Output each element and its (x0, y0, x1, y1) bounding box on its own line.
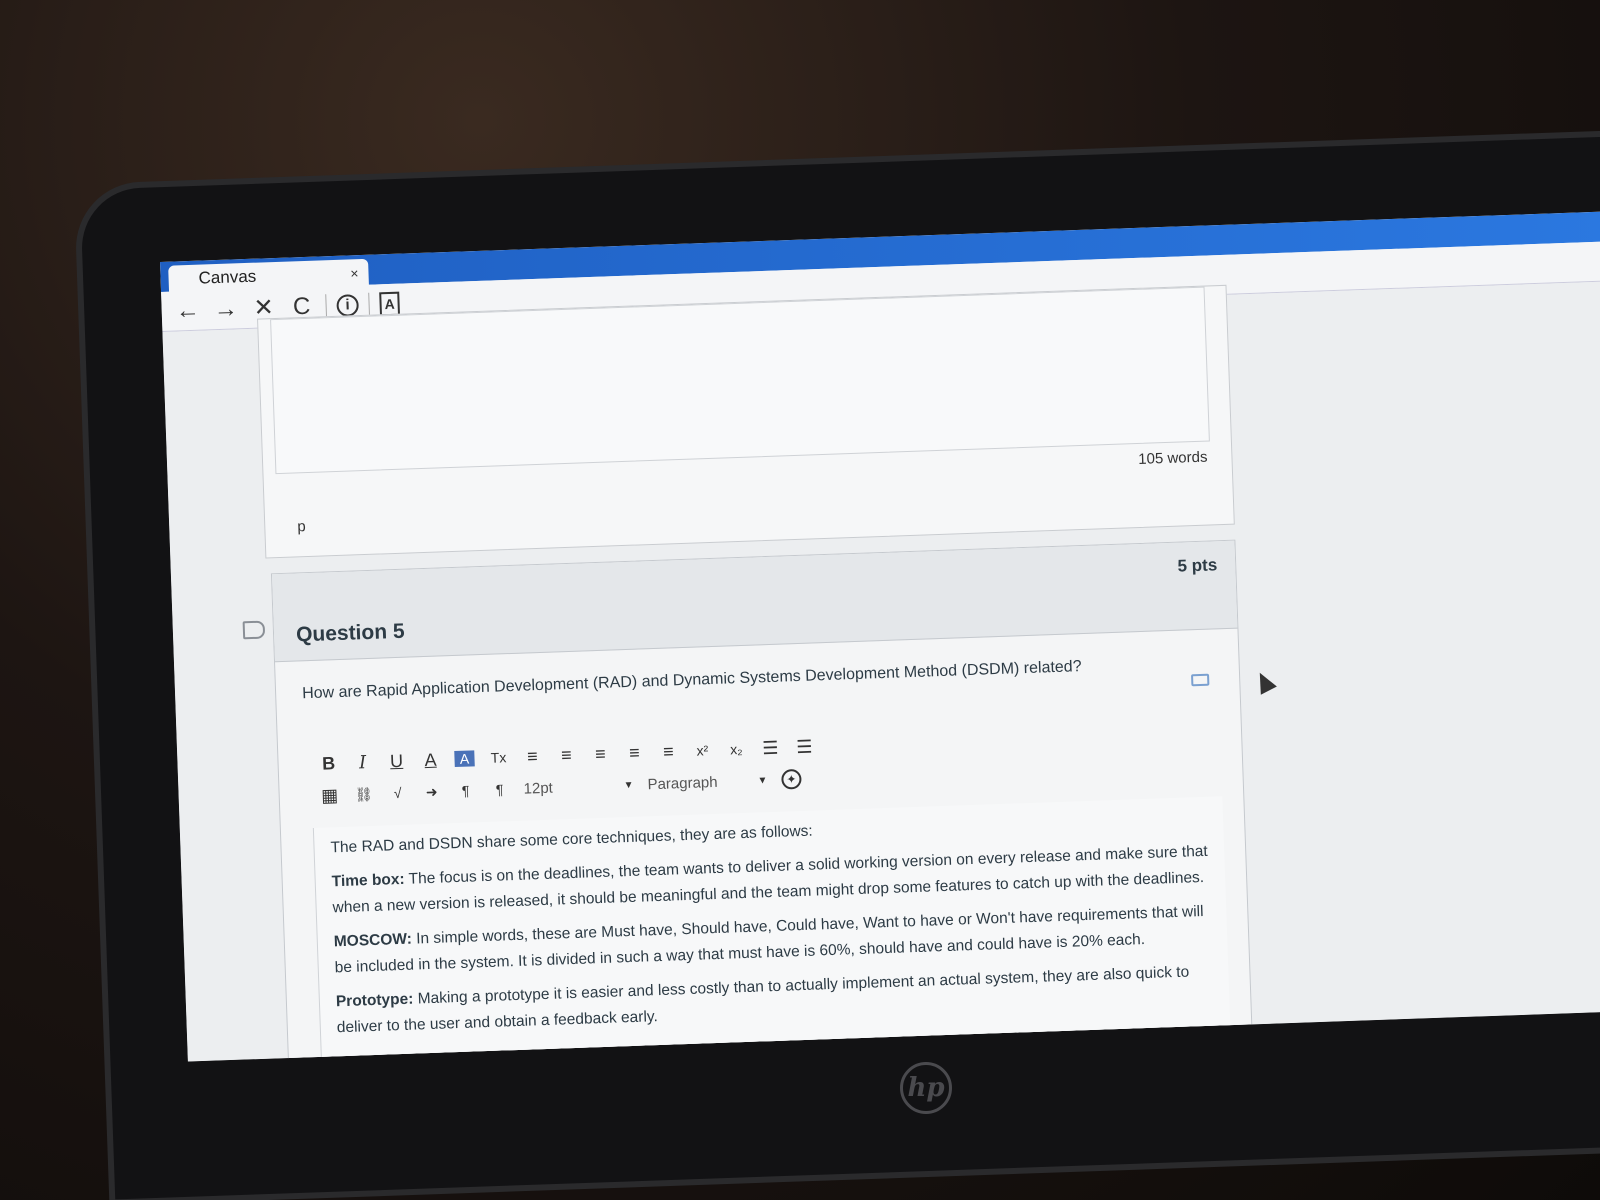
bullet-list-button[interactable]: ☰ (760, 737, 781, 759)
toolbar-divider (325, 293, 328, 318)
subscript-button[interactable]: x₂ (726, 741, 747, 758)
font-size-value: 12pt (523, 779, 554, 798)
document-icon[interactable]: A (379, 291, 401, 316)
accessibility-checker-icon[interactable]: ✦ (781, 768, 802, 790)
moscow-label: MOSCOW: (333, 930, 413, 951)
numbered-list-button[interactable]: ☰ (794, 736, 815, 758)
align-right-button[interactable]: ≡ (590, 743, 611, 765)
question-prompt: How are Rapid Application Development (R… (301, 658, 1082, 703)
hp-logo: hp (900, 1062, 952, 1114)
previous-answer-editor[interactable] (270, 286, 1210, 475)
italic-button[interactable]: I (352, 751, 373, 773)
question-header: Question 5 5 pts (271, 540, 1238, 663)
block-format-select[interactable]: Paragraph ▼ (647, 772, 768, 793)
back-arrow-icon[interactable]: ← (173, 296, 202, 325)
answer-editor[interactable]: The RAD and DSDN share some core techniq… (312, 796, 1232, 1062)
media-embed-icon[interactable]: ➜ (421, 783, 442, 801)
clear-formatting-button[interactable]: Tx (488, 749, 509, 766)
text-color-button[interactable]: A (420, 749, 441, 771)
align-center-button[interactable]: ≡ (556, 744, 577, 766)
superscript-button[interactable]: x² (692, 742, 713, 759)
chevron-down-icon: ▼ (757, 774, 768, 786)
rtl-direction-icon[interactable]: ¶ (489, 781, 510, 798)
table-icon[interactable]: ▦ (319, 785, 340, 807)
editor-path-label: p (297, 518, 306, 536)
keyboard-shortcuts-icon[interactable] (1191, 673, 1210, 687)
font-size-select[interactable]: 12pt ▼ (523, 776, 634, 797)
word-count: 105 words (1137, 448, 1208, 468)
quiz-page: 105 words p Question 5 5 pts How are Rap… (162, 281, 1600, 1062)
math-equation-icon[interactable]: √ (387, 785, 408, 802)
chevron-down-icon: ▼ (623, 779, 634, 791)
block-format-value: Paragraph (647, 773, 718, 793)
outdent-button[interactable]: ≡ (624, 742, 645, 764)
timebox-label: Time box: (331, 870, 405, 891)
align-left-button[interactable]: ≡ (522, 745, 543, 767)
laptop-screen: Canvas × ← → ✕ C i A 105 words p Questio… (160, 211, 1600, 1062)
background-color-button[interactable]: A (454, 750, 475, 768)
forward-arrow-icon[interactable]: → (211, 295, 240, 324)
indent-button[interactable]: ≡ (658, 741, 679, 763)
flag-question-icon[interactable] (242, 620, 266, 640)
question-panel: Question 5 5 pts How are Rapid Applicati… (270, 539, 1253, 1062)
question-title: Question 5 (295, 619, 405, 647)
question-points: 5 pts (1177, 555, 1218, 576)
previous-question-panel: 105 words p (257, 284, 1235, 559)
bold-button[interactable]: B (318, 753, 339, 775)
ltr-direction-icon[interactable]: ¶ (455, 782, 476, 799)
toolbar-divider (368, 292, 371, 317)
info-icon[interactable]: i (336, 293, 359, 317)
unlink-icon[interactable]: ⛓ (353, 785, 374, 803)
prototype-label: Prototype: (335, 990, 414, 1011)
underline-button[interactable]: U (386, 750, 407, 772)
tab-title: Canvas (198, 266, 257, 288)
tab-close-icon[interactable]: × (350, 265, 359, 281)
mouse-cursor-icon (1251, 668, 1277, 695)
